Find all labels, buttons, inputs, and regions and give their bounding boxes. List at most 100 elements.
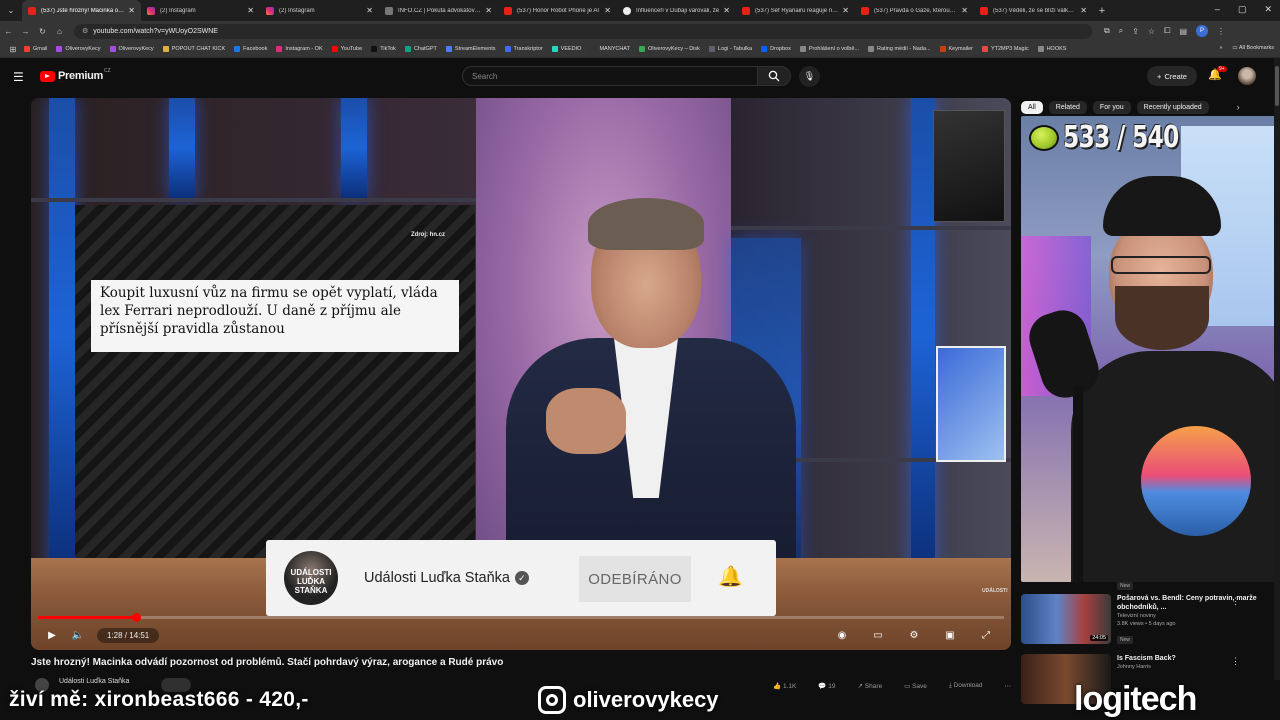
close-tab-icon[interactable]: ✕ xyxy=(366,6,373,15)
browser-tab[interactable]: (537) Jste hrozný! Macinka odvádí ✕ xyxy=(22,0,141,21)
bookmark-item[interactable]: Keymailer xyxy=(939,46,973,52)
recommendation-thumbnail[interactable]: 24:05 xyxy=(1021,594,1111,644)
profile-avatar[interactable]: P xyxy=(1196,25,1209,37)
share-page-icon[interactable]: ⇪ xyxy=(1132,27,1139,36)
volume-icon[interactable]: 🔈 xyxy=(65,624,91,646)
settings-gear-icon[interactable]: ⚙ xyxy=(901,624,927,646)
youtube-favicon-icon xyxy=(28,6,36,15)
bookmark-item[interactable]: Dropbox xyxy=(761,46,791,52)
site-info-icon[interactable]: ⚙ xyxy=(82,27,88,35)
bookmark-item[interactable]: MANYCHAT xyxy=(590,46,630,52)
create-button[interactable]: + Create xyxy=(1147,66,1197,86)
tab-title: (2) Instagram xyxy=(279,7,315,14)
progress-bar[interactable] xyxy=(38,613,1004,622)
bookmark-item[interactable]: OliverovyKecy – Disk xyxy=(638,46,700,52)
play-icon[interactable]: ▶ xyxy=(39,624,65,646)
bookmark-item[interactable]: TikTok xyxy=(371,46,396,52)
close-tab-icon[interactable]: ✕ xyxy=(247,6,254,15)
page-scrollbar[interactable] xyxy=(1274,58,1280,680)
chip-related[interactable]: Related xyxy=(1048,100,1087,114)
close-tab-icon[interactable]: ✕ xyxy=(961,6,968,15)
video-player[interactable]: Zdroj: hn.cz Koupit luxusní vůz na firmu… xyxy=(31,98,1011,650)
all-bookmarks-label: All Bookmarks xyxy=(1238,45,1274,51)
browser-tab-bar: ⌄ (537) Jste hrozný! Macinka odvádí ✕ (2) … xyxy=(0,0,1280,21)
chip-recently-uploaded[interactable]: Recently uploaded xyxy=(1136,100,1209,114)
close-window-icon[interactable]: ✕ xyxy=(1264,4,1272,15)
fullscreen-icon[interactable]: ⤢ xyxy=(973,624,999,646)
miniplayer-icon[interactable]: ▣ xyxy=(937,624,963,646)
close-tab-icon[interactable]: ✕ xyxy=(723,6,730,15)
close-tab-icon[interactable]: ✕ xyxy=(842,6,849,15)
bookmark-item[interactable]: POPOUT CHAT KICK xyxy=(162,46,225,52)
browser-tab[interactable]: INFO.CZ | Pokuta advokátovi za ✕ xyxy=(379,0,498,21)
bookmark-item[interactable]: Transkriptor xyxy=(504,46,543,52)
more-options-icon[interactable]: ⋮ xyxy=(1231,596,1240,607)
browser-menu-icon[interactable]: ⋮ xyxy=(1217,27,1225,36)
more-bookmarks-icon[interactable]: » xyxy=(1219,45,1222,51)
search-input[interactable]: Search xyxy=(462,66,758,86)
bookmark-item[interactable]: YouTube xyxy=(331,46,362,52)
reload-icon[interactable]: ↻ xyxy=(34,27,51,36)
progress-scrubber[interactable] xyxy=(131,613,141,622)
close-tab-icon[interactable]: ✕ xyxy=(604,6,611,15)
mic-icon: 🎙 xyxy=(803,71,816,81)
new-tab-button[interactable]: + xyxy=(1093,5,1111,17)
progress-fill xyxy=(38,616,136,619)
bookmark-item[interactable]: HOOKS xyxy=(1037,46,1066,52)
tab-title: Influenceři v Dubaji varovali, že xyxy=(636,7,720,14)
led-light-bar xyxy=(169,98,195,198)
voice-search-button[interactable]: 🎙 xyxy=(799,66,820,87)
browser-tab[interactable]: (2) Instagram ✕ xyxy=(260,0,379,21)
back-icon[interactable]: ← xyxy=(0,27,17,36)
forward-icon[interactable]: → xyxy=(17,27,34,36)
scrollbar-thumb[interactable] xyxy=(1275,66,1279,106)
account-avatar[interactable] xyxy=(1238,67,1256,85)
bookmark-item[interactable]: YT2MP3 Magic xyxy=(981,46,1029,52)
close-tab-icon[interactable]: ✕ xyxy=(128,6,135,15)
browser-tab[interactable]: (537) Věděli, že se blíží válka, p ✕ xyxy=(974,0,1093,21)
close-tab-icon[interactable]: ✕ xyxy=(485,6,492,15)
search-button[interactable] xyxy=(757,66,791,86)
browser-tab[interactable]: Influenceři v Dubaji varovali, že ✕ xyxy=(617,0,736,21)
bookmark-item[interactable]: Prohlášení o volbě... xyxy=(799,46,859,52)
bookmark-item[interactable]: Gmail xyxy=(24,46,47,52)
bookmark-item[interactable]: ChatGPT xyxy=(404,46,437,52)
more-options-icon[interactable]: ⋮ xyxy=(1231,656,1240,667)
tab-search-icon[interactable]: ⌄ xyxy=(0,0,22,21)
bookmark-item[interactable]: Rating médií - Nada... xyxy=(868,46,931,52)
subtitles-icon[interactable]: ▭ xyxy=(865,624,891,646)
autoplay-toggle-icon[interactable]: ◉ xyxy=(829,624,855,646)
minimize-icon[interactable]: – xyxy=(1215,4,1220,15)
bookmark-item[interactable]: Facebook xyxy=(234,46,267,52)
youtube-logo[interactable]: Premium CZ xyxy=(40,68,111,82)
all-bookmarks[interactable]: ▭ All Bookmarks xyxy=(1232,45,1274,51)
apps-icon[interactable]: ⊞ xyxy=(6,45,20,54)
home-icon[interactable]: ⌂ xyxy=(51,27,68,36)
recommendation-item[interactable]: 24:05 Pošarová vs. Bendl: Ceny potravin, … xyxy=(1021,594,1280,644)
translate-icon[interactable]: ⧉ xyxy=(1104,26,1110,36)
close-tab-icon[interactable]: ✕ xyxy=(1080,6,1087,15)
zoom-icon[interactable]: ⌕ xyxy=(1119,26,1123,36)
bookmark-item[interactable]: StreamElements xyxy=(445,46,496,52)
hamburger-menu-icon[interactable]: ☰ xyxy=(13,70,24,84)
bookmark-item[interactable]: OliverovyKecy xyxy=(56,46,101,52)
bookmark-item[interactable]: Instagram - OK xyxy=(276,46,323,52)
bookmark-star-icon[interactable]: ☆ xyxy=(1148,27,1155,36)
browser-tab[interactable]: (537) Šéf Ryanairu reaguje na B ✕ xyxy=(736,0,855,21)
card-channel-avatar: UDÁLOSTI LUĎKA STAŇKA xyxy=(284,551,338,605)
extensions-icon[interactable]: ⧠ xyxy=(1164,26,1170,36)
url-field[interactable]: ⚙ youtube.com/watch?v=yWUoyO2SWNE xyxy=(74,23,1092,39)
chevron-right-icon[interactable]: › xyxy=(1237,102,1240,112)
bookmark-item[interactable]: VEEDIO xyxy=(551,46,581,52)
url-text: youtube.com/watch?v=yWUoyO2SWNE xyxy=(93,27,218,35)
instagram-favicon-icon xyxy=(147,6,155,15)
maximize-icon[interactable]: ▢ xyxy=(1238,4,1247,15)
browser-tab[interactable]: (537) Honor Robot Phone je AI ✕ xyxy=(498,0,617,21)
browser-tab[interactable]: (2) Instagram ✕ xyxy=(141,0,260,21)
bookmark-item[interactable]: OliverovyKecy xyxy=(109,46,154,52)
sidepanel-icon[interactable]: ▤ xyxy=(1179,27,1187,36)
browser-tab[interactable]: (537) Pravda o Gaze, kterou v t ✕ xyxy=(855,0,974,21)
bookmark-item[interactable]: Logi - Tabulka xyxy=(708,46,752,52)
chip-all[interactable]: All xyxy=(1021,100,1043,114)
chip-for-you[interactable]: For you xyxy=(1092,100,1131,114)
